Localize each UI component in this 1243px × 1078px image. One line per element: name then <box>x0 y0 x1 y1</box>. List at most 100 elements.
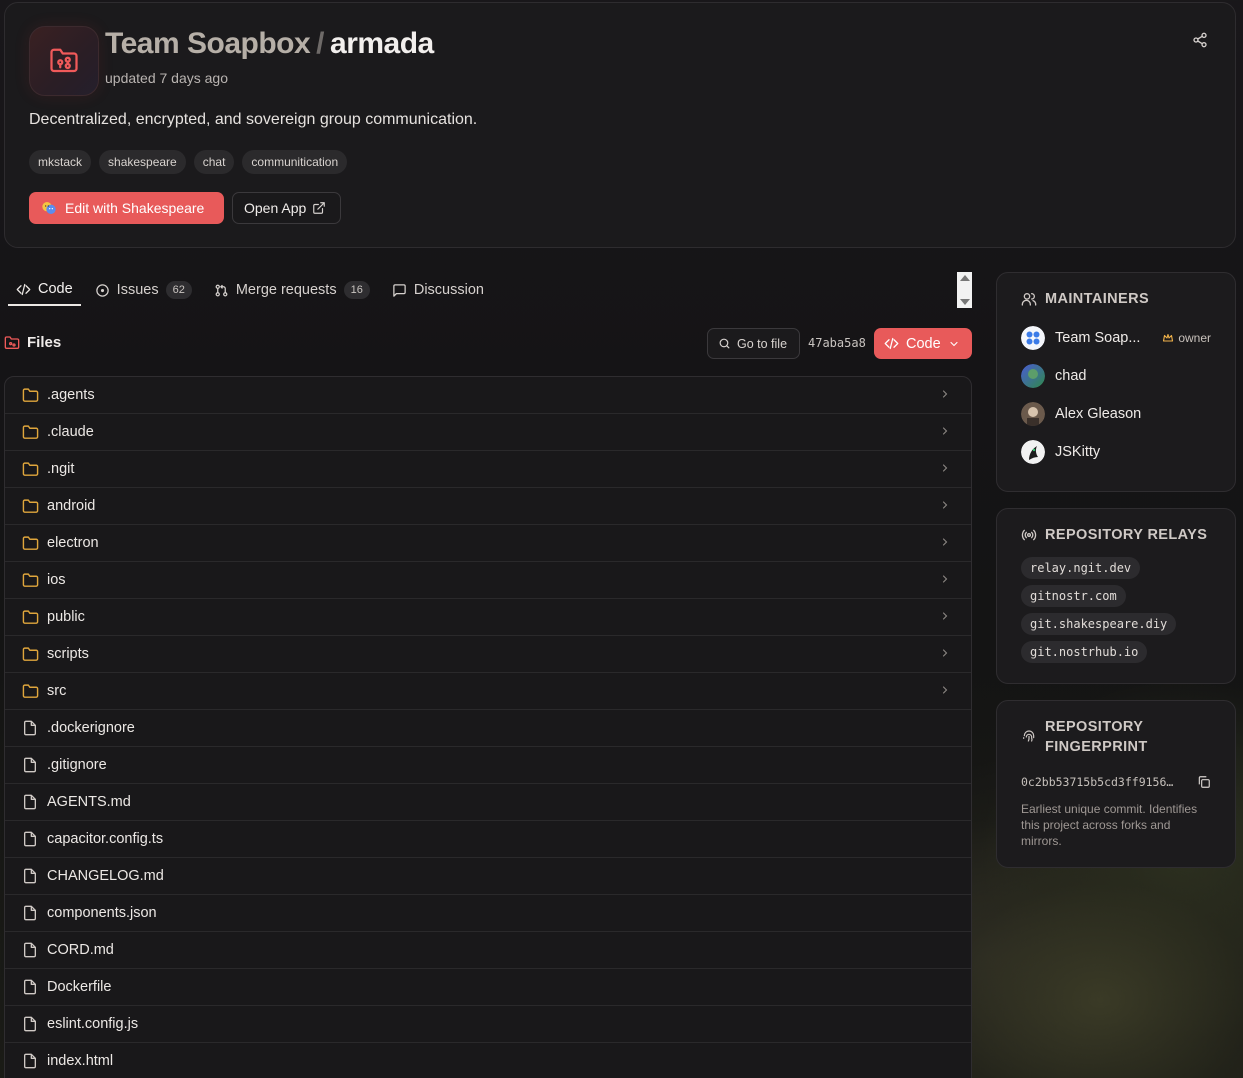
maintainer-item[interactable]: Team Soap... owner <box>1021 319 1211 357</box>
folder-icon <box>21 682 39 700</box>
owner-badge: owner <box>1162 331 1211 345</box>
tag-chip[interactable]: chat <box>193 150 235 174</box>
scroll-up-arrow-icon[interactable] <box>959 275 970 281</box>
file-row[interactable]: CORD.md <box>5 932 971 969</box>
folder-row[interactable]: public <box>5 599 971 636</box>
repo-title: Team Soapbox / armada <box>105 27 434 61</box>
file-name: .ngit <box>47 461 75 477</box>
tag-chip[interactable]: shakespeare <box>99 150 186 174</box>
relay-chip[interactable]: git.shakespeare.diy <box>1021 613 1177 635</box>
folder-row[interactable]: ios <box>5 562 971 599</box>
folder-row[interactable]: .ngit <box>5 451 971 488</box>
maintainer-item[interactable]: JSKitty <box>1021 433 1211 471</box>
tab-discussion[interactable]: Discussion <box>384 274 492 306</box>
copy-icon[interactable] <box>1197 775 1211 789</box>
folder-row[interactable]: src <box>5 673 971 710</box>
code-button-label: Code <box>906 335 941 352</box>
folder-row[interactable]: .claude <box>5 414 971 451</box>
repo-description: Decentralized, encrypted, and sovereign … <box>29 111 478 128</box>
repo-name: armada <box>330 27 434 60</box>
file-name: CORD.md <box>47 942 114 958</box>
open-app-button[interactable]: Open App <box>232 192 341 224</box>
file-row[interactable]: .gitignore <box>5 747 971 784</box>
share-button[interactable] <box>1189 29 1211 51</box>
file-row[interactable]: capacitor.config.ts <box>5 821 971 858</box>
file-row[interactable]: index.html <box>5 1043 971 1078</box>
folder-row[interactable]: .agents <box>5 377 971 414</box>
file-icon <box>21 904 39 922</box>
relay-chip[interactable]: relay.ngit.dev <box>1021 557 1141 579</box>
folder-icon <box>21 460 39 478</box>
file-name: AGENTS.md <box>47 794 131 810</box>
code-icon <box>884 337 899 350</box>
maintainer-item[interactable]: chad <box>1021 357 1211 395</box>
repo-tabs: Code Issues 62 Merge requests 16 Discuss… <box>8 274 492 308</box>
maintainer-item[interactable]: Alex Gleason <box>1021 395 1211 433</box>
folder-icon <box>21 645 39 663</box>
relay-chip[interactable]: gitnostr.com <box>1021 585 1126 607</box>
relay-chip[interactable]: git.nostrhub.io <box>1021 641 1148 663</box>
file-row[interactable]: AGENTS.md <box>5 784 971 821</box>
go-to-file-label: Go to file <box>737 336 788 351</box>
fingerprint-title: REPOSITORY FINGERPRINT <box>1021 717 1211 757</box>
fingerprint-icon <box>1023 730 1035 742</box>
file-icon <box>21 719 39 737</box>
chevron-right-icon <box>939 499 951 515</box>
crown-icon <box>1163 333 1174 342</box>
commit-hash[interactable]: 47aba5a8 <box>808 336 866 350</box>
folder-row[interactable]: scripts <box>5 636 971 673</box>
file-name: .gitignore <box>47 757 107 773</box>
folder-row[interactable]: android <box>5 488 971 525</box>
file-row[interactable]: eslint.config.js <box>5 1006 971 1043</box>
file-icon <box>21 830 39 848</box>
file-name: Dockerfile <box>47 979 112 995</box>
scroll-down-arrow-icon[interactable] <box>959 299 970 305</box>
folder-row[interactable]: electron <box>5 525 971 562</box>
code-dropdown-button[interactable]: Code <box>874 328 972 359</box>
file-row[interactable]: CHANGELOG.md <box>5 858 971 895</box>
search-icon <box>719 338 730 349</box>
merge-request-icon <box>215 284 228 296</box>
tab-code[interactable]: Code <box>8 274 81 306</box>
chevron-right-icon <box>939 536 951 552</box>
maintainers-title-text: MAINTAINERS <box>1045 291 1150 307</box>
tag-list: mkstack shakespeare chat communitication <box>29 150 348 174</box>
maintainer-name: Team Soap... <box>1055 330 1141 346</box>
file-name: .claude <box>47 424 94 440</box>
file-row[interactable]: .dockerignore <box>5 710 971 747</box>
file-icon <box>21 793 39 811</box>
tag-chip[interactable]: mkstack <box>29 150 92 174</box>
repo-owner-link[interactable]: Team Soapbox <box>105 27 311 60</box>
issue-circle-icon <box>95 283 109 297</box>
relays-title-text: REPOSITORY RELAYS <box>1045 527 1208 543</box>
file-row[interactable]: components.json <box>5 895 971 932</box>
folder-icon <box>21 497 39 515</box>
avatar <box>1021 364 1045 388</box>
tab-label: Issues <box>116 282 159 298</box>
tabs-scroll-control[interactable] <box>957 272 972 308</box>
repo-logo <box>29 26 99 96</box>
tag-chip[interactable]: communitication <box>242 150 348 174</box>
file-name: capacitor.config.ts <box>47 831 164 847</box>
repository-relays-card: REPOSITORY RELAYS relay.ngit.dev gitnost… <box>996 508 1236 684</box>
owner-badge-label: owner <box>1178 331 1211 345</box>
files-title: Files <box>27 334 62 351</box>
title-separator: / <box>316 27 325 60</box>
relays-title: REPOSITORY RELAYS <box>1021 527 1211 543</box>
file-list: .agents .claude .ngit android electron ios pub… <box>4 376 972 1078</box>
file-icon <box>21 978 39 996</box>
tab-issues[interactable]: Issues 62 <box>87 274 200 306</box>
edit-with-shakespeare-button[interactable]: Edit with Shakespeare <box>29 192 224 224</box>
folder-git-icon <box>50 48 78 73</box>
files-heading: Files <box>4 334 61 351</box>
go-to-file-button[interactable]: Go to file <box>707 328 800 359</box>
folder-icon <box>21 534 39 552</box>
tab-merge-requests[interactable]: Merge requests 16 <box>206 274 378 306</box>
maintainers-title: MAINTAINERS <box>1021 291 1211 307</box>
file-row[interactable]: Dockerfile <box>5 969 971 1006</box>
file-icon <box>21 867 39 885</box>
tab-label: Merge requests <box>235 282 337 298</box>
fingerprint-note: Earliest unique commit. Identifies this … <box>1021 802 1198 848</box>
chat-bubble-icon <box>393 283 406 297</box>
file-name: ios <box>47 572 66 588</box>
